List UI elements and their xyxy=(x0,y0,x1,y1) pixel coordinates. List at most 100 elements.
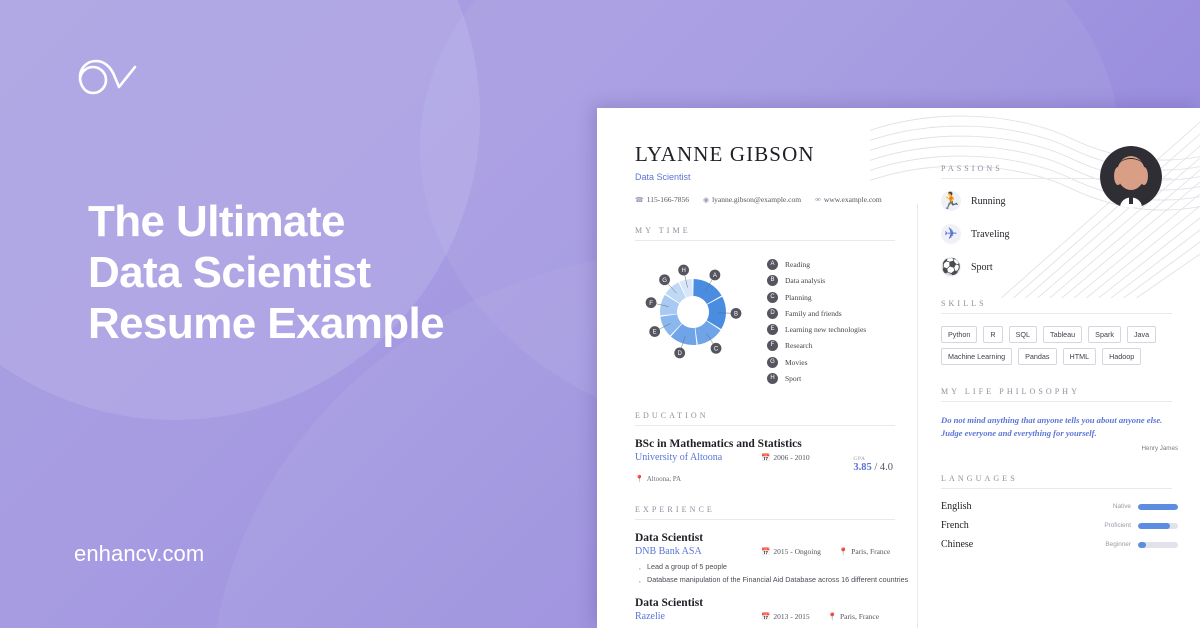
candidate-role: Data Scientist xyxy=(635,172,691,182)
education-dates-text: 2006 - 2010 xyxy=(773,453,810,463)
language-name: French xyxy=(941,520,969,532)
legend-label: Family and friends xyxy=(785,308,842,318)
enhancv-logo-icon[interactable] xyxy=(72,52,144,108)
legend-key-badge: E xyxy=(767,324,778,336)
education-degree: BSc in Mathematics and Statistics xyxy=(635,438,802,451)
languages-list: English Native French Proficient Chinese… xyxy=(941,501,1178,550)
calendar-icon: 📅 xyxy=(761,612,771,622)
gpa-value: 3.85 xyxy=(853,462,872,474)
contact-website[interactable]: ⚮ www.example.com xyxy=(815,195,882,204)
skill-chip[interactable]: SQL xyxy=(1008,326,1037,343)
experience-location-text: Paris, France xyxy=(851,547,891,557)
language-progress-fill xyxy=(1138,541,1146,548)
language-item: English Native xyxy=(941,501,1178,512)
legend-item: G Movies xyxy=(767,356,866,368)
education-school[interactable]: University of Altoona xyxy=(635,452,743,463)
resume-main-column: LYANNE GIBSON Data Scientist ☎ 115-166-7… xyxy=(597,108,917,628)
language-progress-bar xyxy=(1138,503,1178,510)
donut-key-letter: C xyxy=(714,347,719,353)
experience-bullet: Lead a group of 5 people xyxy=(635,560,917,579)
legend-label: Research xyxy=(785,341,813,351)
email-icon: ◉ xyxy=(702,195,710,204)
education-dates: 📅 2006 - 2010 xyxy=(761,453,810,462)
location-pin-icon: 📍 xyxy=(838,547,849,557)
legend-item: D Family and friends xyxy=(767,307,866,319)
promo-banner: The Ultimate Data Scientist Resume Examp… xyxy=(0,0,1200,628)
passion-label: Traveling xyxy=(971,228,1010,240)
candidate-name: LYANNE GIBSON xyxy=(635,142,815,166)
headline-line-3: Resume Example xyxy=(88,299,445,349)
experience-dates-text: 2015 - Ongoing xyxy=(773,547,821,557)
donut-key-letter: G xyxy=(662,278,667,284)
running-icon: 🏃 xyxy=(941,191,961,211)
phone-icon: ☎ xyxy=(635,195,644,204)
skill-chip[interactable]: Spark xyxy=(1088,326,1121,343)
contact-email[interactable]: ◉ lyanne.gibson@example.com xyxy=(703,195,801,204)
experience-bullet: Database manipulation of the Financial A… xyxy=(635,573,917,592)
avatar xyxy=(1100,146,1162,208)
language-progress-fill xyxy=(1138,522,1170,529)
contact-email-text: lyanne.gibson@example.com xyxy=(712,195,802,204)
section-title-languages: LANGUAGES xyxy=(941,474,1172,490)
headline-line-2: Data Scientist xyxy=(88,248,371,298)
philosophy-quote: Do not mind anything that anyone tells y… xyxy=(941,415,1163,439)
experience-entry: Data Scientist Razelie 📅 2013 - 2015 📍 P… xyxy=(635,597,917,628)
legend-item: B Data analysis xyxy=(767,275,866,287)
legend-label: Learning new technologies xyxy=(785,325,867,335)
legend-key-badge: D xyxy=(767,307,778,319)
section-title-my-time: MY TIME xyxy=(635,226,895,241)
skill-chip[interactable]: Pandas xyxy=(1018,348,1057,365)
education-entry: BSc in Mathematics and Statistics Univer… xyxy=(635,438,917,483)
contact-website-text: www.example.com xyxy=(823,195,882,204)
passion-item: ⚽ Sport xyxy=(941,257,1178,277)
education-location-text: Altoona, PA xyxy=(646,475,682,484)
section-title-skills: SKILLS xyxy=(941,299,1172,314)
experience-location-text: Paris, France xyxy=(839,612,880,622)
skill-chip[interactable]: Java xyxy=(1126,326,1157,343)
education-gpa: GPA 3.85 / 4.0 xyxy=(853,456,893,473)
section-title-education: EDUCATION xyxy=(635,411,895,427)
skill-chip[interactable]: Hadoop xyxy=(1102,348,1142,365)
legend-key-badge: F xyxy=(767,340,778,352)
donut-key-letter: B xyxy=(734,312,738,318)
skill-chip[interactable]: Tableau xyxy=(1042,326,1083,343)
legend-item: C Planning xyxy=(767,291,866,303)
time-donut-chart: A B C D E F G H xyxy=(635,253,757,371)
experience-job-title: Data Scientist xyxy=(635,532,704,545)
legend-key-badge: C xyxy=(767,291,778,303)
gpa-max: / 4.0 xyxy=(874,462,893,474)
location-pin-icon: 📍 xyxy=(827,612,837,622)
passion-item: ✈ Traveling xyxy=(941,224,1178,244)
section-title-philosophy: MY LIFE PHILOSOPHY xyxy=(941,387,1172,402)
legend-item: F Research xyxy=(767,340,866,352)
language-level: Proficient xyxy=(1104,522,1131,530)
language-name: Chinese xyxy=(941,539,974,551)
legend-label: Sport xyxy=(785,374,802,384)
sport-ball-icon: ⚽ xyxy=(941,257,961,277)
passion-label: Sport xyxy=(971,261,993,273)
skill-chip[interactable]: HTML xyxy=(1062,348,1097,365)
legend-label: Data analysis xyxy=(785,276,826,286)
resume-side-column: PASSIONS 🏃 Running ✈ Traveling ⚽ Sport SKI… xyxy=(917,108,1200,628)
site-url[interactable]: enhancv.com xyxy=(74,541,204,567)
contact-phone[interactable]: ☎ 115-166-7856 xyxy=(635,195,689,204)
donut-key-letter: A xyxy=(713,273,717,279)
experience-location: 📍 Paris, France xyxy=(839,547,891,556)
airplane-icon: ✈ xyxy=(941,224,961,244)
legend-label: Planning xyxy=(785,292,812,302)
skill-chip[interactable]: Machine Learning xyxy=(941,348,1013,365)
experience-bullets: Lead a group of 5 peopleDatabase manipul… xyxy=(635,560,917,592)
skill-chip[interactable]: R xyxy=(983,326,1003,343)
donut-key-letter: E xyxy=(653,330,657,336)
legend-item: E Learning new technologies xyxy=(767,324,867,336)
legend-label: Reading xyxy=(785,260,810,269)
resume-preview-card[interactable]: LYANNE GIBSON Data Scientist ☎ 115-166-7… xyxy=(597,108,1200,628)
experience-job-title: Data Scientist xyxy=(635,597,704,610)
calendar-icon: 📅 xyxy=(761,547,771,557)
language-level: Native xyxy=(1112,503,1131,511)
contact-list: ☎ 115-166-7856 ◉ lyanne.gibson@example.c… xyxy=(635,195,917,204)
experience-company[interactable]: DNB Bank ASA xyxy=(635,546,743,557)
calendar-icon: 📅 xyxy=(761,453,771,463)
skill-chip[interactable]: Python xyxy=(941,326,978,343)
experience-company[interactable]: Razelie xyxy=(635,611,743,622)
